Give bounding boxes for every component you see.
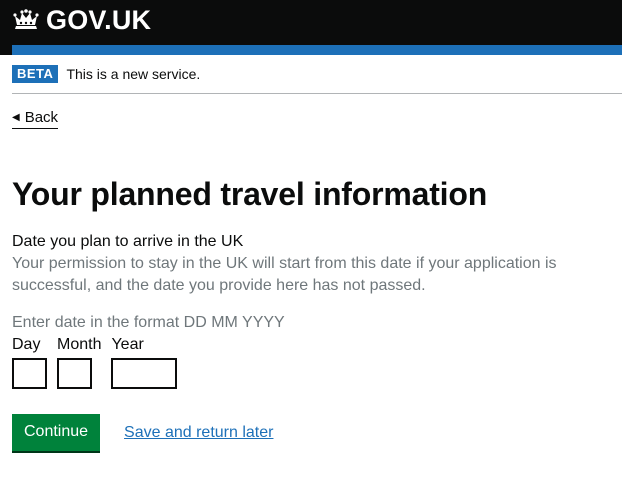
year-item: Year xyxy=(111,334,178,389)
month-item: Month xyxy=(57,334,101,389)
header-stripe xyxy=(12,45,622,55)
year-label: Year xyxy=(111,336,144,353)
continue-button[interactable]: Continue xyxy=(12,414,101,451)
date-question-label: Date you plan to arrive in the UK xyxy=(12,233,244,250)
month-label: Month xyxy=(57,336,102,353)
date-input: Day Month Year xyxy=(12,334,622,389)
phase-text: This is a new service. xyxy=(66,66,201,82)
day-item: Day xyxy=(12,334,47,389)
year-input[interactable] xyxy=(111,358,178,389)
govuk-logo[interactable]: GOV.UK xyxy=(12,3,151,37)
page-title: Your planned travel information xyxy=(12,176,488,212)
date-format-hint: Enter date in the format DD MM YYYY xyxy=(12,314,285,331)
save-and-return-link[interactable]: Save and return later xyxy=(124,424,273,442)
day-label: Day xyxy=(12,336,41,353)
back-link-label: Back xyxy=(24,109,59,126)
logo-text: GOV.UK xyxy=(46,4,152,35)
day-input[interactable] xyxy=(12,358,47,389)
main-content: BETA This is a new service. ◀ Back Your … xyxy=(12,55,622,451)
form-actions: Continue Save and return later xyxy=(12,414,622,451)
site-header: GOV.UK xyxy=(0,0,622,55)
phase-tag: BETA xyxy=(12,65,59,83)
back-link[interactable]: ◀ Back xyxy=(12,109,59,129)
back-arrow-icon: ◀ xyxy=(12,112,20,123)
crown-icon xyxy=(13,9,39,29)
date-question-hint: Your permission to stay in the UK will s… xyxy=(12,255,557,294)
phase-banner: BETA This is a new service. xyxy=(12,55,622,94)
month-input[interactable] xyxy=(57,358,92,389)
